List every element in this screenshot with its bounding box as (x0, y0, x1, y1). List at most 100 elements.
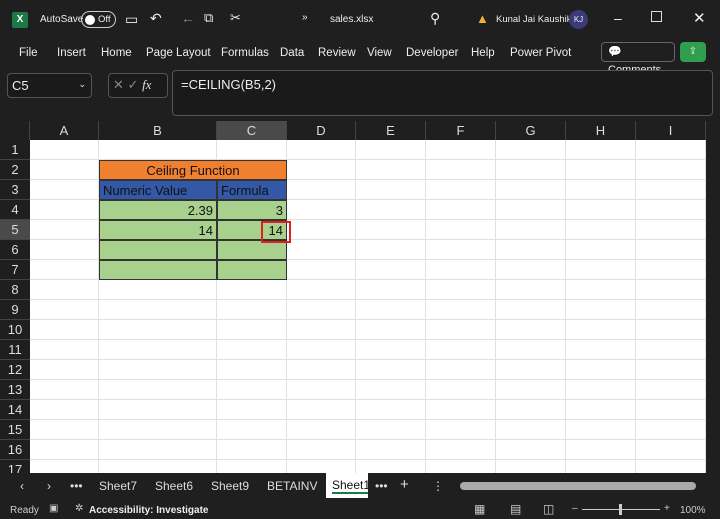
cell[interactable] (217, 340, 287, 360)
row-header-7[interactable]: 7 (0, 260, 30, 280)
cell[interactable] (496, 160, 566, 180)
cell[interactable] (426, 220, 496, 240)
cell[interactable] (566, 160, 636, 180)
sheet-tab[interactable]: BETAINV (267, 479, 317, 493)
column-header-i[interactable]: I (636, 121, 706, 140)
cell[interactable] (566, 380, 636, 400)
cell[interactable] (99, 380, 217, 400)
macro-icon[interactable]: ▣ (49, 503, 58, 514)
cell[interactable] (99, 360, 217, 380)
cell[interactable] (496, 220, 566, 240)
cell[interactable] (30, 160, 99, 180)
cell[interactable] (356, 140, 426, 160)
more-sheets-icon[interactable]: ••• (70, 479, 83, 493)
cell[interactable] (287, 340, 356, 360)
cell[interactable] (636, 380, 706, 400)
cell[interactable] (356, 260, 426, 280)
zoom-level[interactable]: 100% (680, 505, 706, 516)
cell[interactable] (217, 400, 287, 420)
cell[interactable] (99, 440, 217, 460)
cell[interactable] (426, 460, 496, 473)
cell[interactable] (287, 320, 356, 340)
row-header-5[interactable]: 5 (0, 220, 30, 240)
cell[interactable] (217, 360, 287, 380)
cell[interactable] (636, 360, 706, 380)
accessibility-status[interactable]: Accessibility: Investigate (89, 505, 209, 516)
cell[interactable] (496, 300, 566, 320)
data-cell-c6[interactable] (217, 240, 287, 260)
tab-developer[interactable]: Developer (406, 47, 458, 59)
cell[interactable] (636, 400, 706, 420)
cell[interactable] (287, 300, 356, 320)
cell[interactable] (287, 200, 356, 220)
data-cell-b7[interactable] (99, 260, 217, 280)
cell[interactable] (30, 260, 99, 280)
cell[interactable] (496, 260, 566, 280)
cell[interactable] (636, 220, 706, 240)
cell[interactable] (356, 420, 426, 440)
copy-icon[interactable]: ⧉ (204, 10, 213, 26)
table-title-cell[interactable]: Ceiling Function (99, 160, 287, 180)
minimize-icon[interactable]: – (614, 10, 622, 26)
cell[interactable] (356, 300, 426, 320)
data-cell-b5[interactable]: 14 (99, 220, 217, 240)
cell[interactable] (99, 400, 217, 420)
cancel-icon[interactable]: ✕ (113, 77, 124, 92)
cell[interactable] (287, 220, 356, 240)
more-sheets-icon[interactable]: ••• (375, 479, 388, 493)
cell[interactable] (30, 200, 99, 220)
filename[interactable]: sales.xlsx (330, 14, 373, 25)
cell[interactable] (636, 440, 706, 460)
row-header-12[interactable]: 12 (0, 360, 30, 380)
row-header-6[interactable]: 6 (0, 240, 30, 260)
row-header-10[interactable]: 10 (0, 320, 30, 340)
cell[interactable] (566, 220, 636, 240)
cell[interactable] (566, 360, 636, 380)
column-header-f[interactable]: F (426, 121, 496, 140)
cell[interactable] (496, 200, 566, 220)
horizontal-scrollbar[interactable] (460, 482, 696, 490)
cell[interactable] (566, 320, 636, 340)
cell[interactable] (496, 440, 566, 460)
cell[interactable] (99, 460, 217, 473)
row-header-13[interactable]: 13 (0, 380, 30, 400)
cell[interactable] (566, 240, 636, 260)
cell[interactable] (636, 460, 706, 473)
cell[interactable] (356, 460, 426, 473)
cell[interactable] (30, 320, 99, 340)
cell[interactable] (636, 140, 706, 160)
column-header-a[interactable]: A (30, 121, 99, 140)
close-icon[interactable]: ✕ (693, 9, 706, 27)
cell[interactable] (287, 400, 356, 420)
row-header-11[interactable]: 11 (0, 340, 30, 360)
cell[interactable] (566, 440, 636, 460)
row-header-4[interactable]: 4 (0, 200, 30, 220)
cell[interactable] (426, 140, 496, 160)
cell[interactable] (30, 140, 99, 160)
cell[interactable] (356, 400, 426, 420)
cell[interactable] (566, 420, 636, 440)
column-header-h[interactable]: H (566, 121, 636, 140)
cell[interactable] (287, 140, 356, 160)
cell[interactable] (287, 240, 356, 260)
cell[interactable] (356, 240, 426, 260)
cell[interactable] (426, 420, 496, 440)
spreadsheet-grid[interactable]: A B C D E F G H I 1 2 3 4 5 6 7 8 9 10 11 12 13 14 15 16 17 Ceilin… (0, 121, 706, 473)
cell[interactable] (356, 440, 426, 460)
cell[interactable] (636, 200, 706, 220)
cell[interactable] (636, 180, 706, 200)
cell[interactable] (356, 180, 426, 200)
page-layout-icon[interactable]: ▤ (510, 502, 521, 516)
cell[interactable] (356, 320, 426, 340)
cell[interactable] (287, 420, 356, 440)
cell[interactable] (566, 200, 636, 220)
cell[interactable] (566, 400, 636, 420)
cell[interactable] (30, 460, 99, 473)
save-icon[interactable]: ▭ (125, 11, 138, 28)
row-header-9[interactable]: 9 (0, 300, 30, 320)
tab-review[interactable]: Review (318, 47, 356, 59)
cell[interactable] (426, 280, 496, 300)
cell[interactable] (496, 180, 566, 200)
cell[interactable] (636, 160, 706, 180)
cell[interactable] (99, 420, 217, 440)
